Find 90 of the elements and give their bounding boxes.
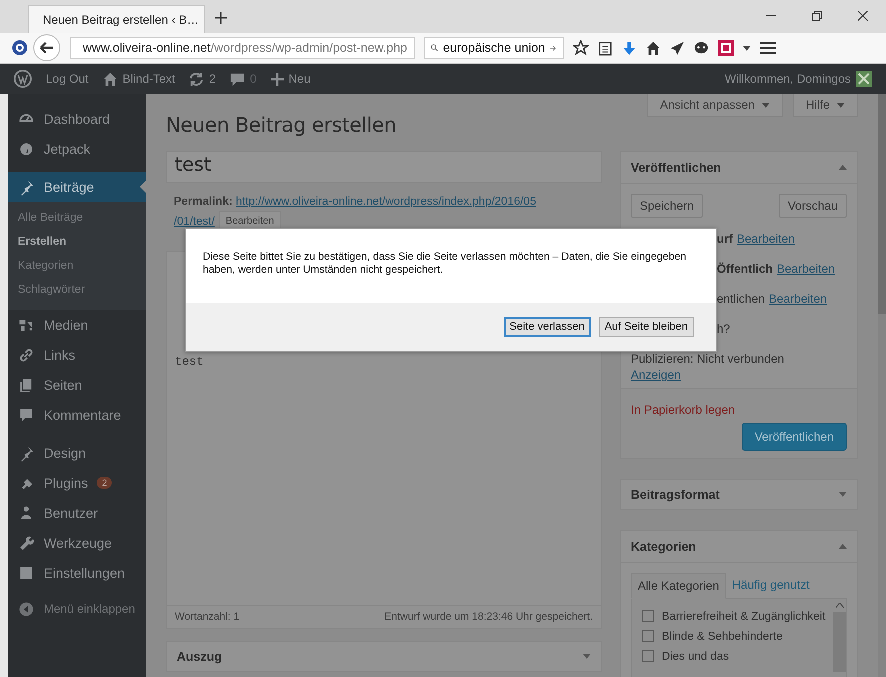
autosave-status: Entwurf wurde um 18:23:46 Uhr gespeichert. — [384, 611, 593, 623]
menu-item[interactable]: Einstellungen — [8, 558, 146, 588]
wrench-icon — [18, 534, 35, 552]
link-icon — [18, 346, 35, 364]
menu-item[interactable]: Medien — [8, 310, 146, 340]
submenu-item[interactable]: Alle Beiträge — [8, 208, 146, 232]
submenu-item[interactable]: Schlagwörter — [8, 280, 146, 304]
dropdown-arrow-icon — [762, 102, 770, 108]
count-badge: 2 — [97, 477, 112, 489]
menu-item[interactable]: Links — [8, 340, 146, 370]
word-count: Wortanzahl: 1 — [175, 611, 240, 623]
new-link[interactable]: Neu — [270, 72, 311, 86]
edit-link[interactable]: Bearbeiten — [737, 232, 796, 246]
status-text: Öffentlich — [717, 262, 773, 276]
show-link[interactable]: Anzeigen — [631, 368, 682, 382]
status-text: entlichen — [717, 292, 766, 306]
publish-button[interactable]: Veröffentlichen — [742, 423, 847, 451]
paper-plane-icon[interactable] — [670, 40, 685, 56]
browser-tab[interactable]: Neuen Beitrag erstellen ‹ B… — [28, 5, 205, 33]
box-title: Auszug — [177, 650, 222, 664]
dropdown-caret-icon[interactable] — [743, 46, 751, 50]
menu-icon[interactable] — [760, 41, 776, 55]
menu-item[interactable]: Werkzeuge — [8, 528, 146, 558]
box-title: Beitragsformat — [631, 488, 720, 502]
refresh-icon — [189, 72, 204, 86]
avatar-icon — [856, 71, 872, 87]
box-title: Kategorien — [631, 540, 696, 554]
permalink-label: Permalink: — [174, 196, 233, 208]
trash-link[interactable]: In Papierkorb legen — [631, 403, 736, 417]
stay-on-page-button[interactable]: Auf Seite bleiben — [598, 317, 694, 337]
account-link[interactable]: Willkommen, Domingos — [724, 71, 872, 87]
checkbox[interactable] — [642, 630, 654, 642]
clipboard-icon[interactable] — [598, 40, 613, 56]
home-icon[interactable] — [646, 40, 661, 56]
save-draft-button[interactable]: Speichern — [631, 194, 704, 218]
category-label: Blinde & Sehbehinderte — [662, 631, 783, 643]
back-button-icon[interactable] — [33, 34, 61, 62]
search-icon — [431, 42, 438, 54]
menu-item[interactable]: Beiträge — [8, 172, 146, 202]
menu-item[interactable]: Benutzer — [8, 498, 146, 528]
category-label: Dies und das — [662, 651, 730, 663]
download-icon[interactable] — [622, 40, 637, 56]
restore-icon[interactable] — [812, 11, 822, 21]
plus-icon — [270, 72, 284, 86]
tab-title: Neuen Beitrag erstellen ‹ B… — [43, 12, 200, 26]
edit-link[interactable]: Bearbeiten — [777, 262, 836, 276]
home-icon — [102, 72, 118, 86]
new-tab-icon[interactable] — [215, 12, 227, 24]
content-text: test — [175, 355, 204, 369]
leave-page-button[interactable]: Seite verlassen — [504, 317, 591, 337]
status-text: urf — [717, 232, 733, 246]
site-link[interactable]: Blind-Text — [102, 72, 176, 86]
category-tab[interactable]: Häufig genutzt — [726, 573, 816, 599]
edit-link[interactable]: Bearbeiten — [769, 292, 828, 306]
menu-item[interactable]: Design — [8, 438, 146, 468]
preview-button[interactable]: Vorschau — [778, 194, 847, 218]
collapse-icon — [18, 600, 35, 618]
page-scrollbar[interactable] — [878, 94, 886, 677]
wordpress-logo-icon[interactable] — [14, 70, 32, 88]
checkbox[interactable] — [642, 650, 654, 662]
permalink-link[interactable]: http://www.oliveira-online.net/wordpress/index.php/2016/05 — [236, 196, 536, 208]
publicize-status: Publizieren: Nicht verbunden — [631, 351, 786, 368]
page-heading: Neuen Beitrag erstellen — [166, 113, 398, 137]
box-title: Veröffentlichen — [631, 160, 722, 174]
status-text: h? — [717, 322, 730, 336]
menu-item[interactable]: Plugins 2 — [8, 468, 146, 498]
checkbox[interactable] — [642, 610, 654, 622]
comment-icon — [18, 406, 35, 424]
menu-item[interactable]: Jetpack — [8, 134, 146, 164]
search-field[interactable]: europäische union — [424, 37, 564, 59]
updates-link[interactable]: 2 — [189, 72, 216, 86]
logout-link[interactable]: Log Out — [46, 72, 89, 86]
chat-icon[interactable] — [694, 40, 709, 56]
menu-item[interactable]: Kommentare — [8, 400, 146, 430]
address-field[interactable]: www.oliveira-online.net/wordpress/wp-admin/post-new.php — [70, 37, 415, 59]
menu-item[interactable]: Dashboard — [8, 104, 146, 134]
permalink-link[interactable]: /01/test/ — [174, 213, 215, 231]
menu-item[interactable]: Seiten — [8, 370, 146, 400]
screen-options-button[interactable]: Ansicht anpassen — [647, 94, 783, 117]
submenu-item[interactable]: Erstellen — [8, 232, 146, 256]
bookmark-star-icon[interactable] — [573, 40, 589, 56]
dropdown-arrow-icon — [837, 102, 845, 108]
help-button[interactable]: Hilfe — [792, 94, 858, 117]
submenu-item[interactable]: Kategorien — [8, 256, 146, 280]
collapse-menu-button[interactable]: Menü einklappen — [8, 594, 146, 624]
category-label: Barrierefreiheit & Zugänglichkeit — [662, 611, 826, 623]
comment-icon — [230, 72, 246, 86]
category-tab[interactable]: Alle Kategorien — [631, 573, 726, 599]
close-window-icon[interactable] — [858, 11, 868, 21]
title-field[interactable]: test — [166, 151, 602, 183]
